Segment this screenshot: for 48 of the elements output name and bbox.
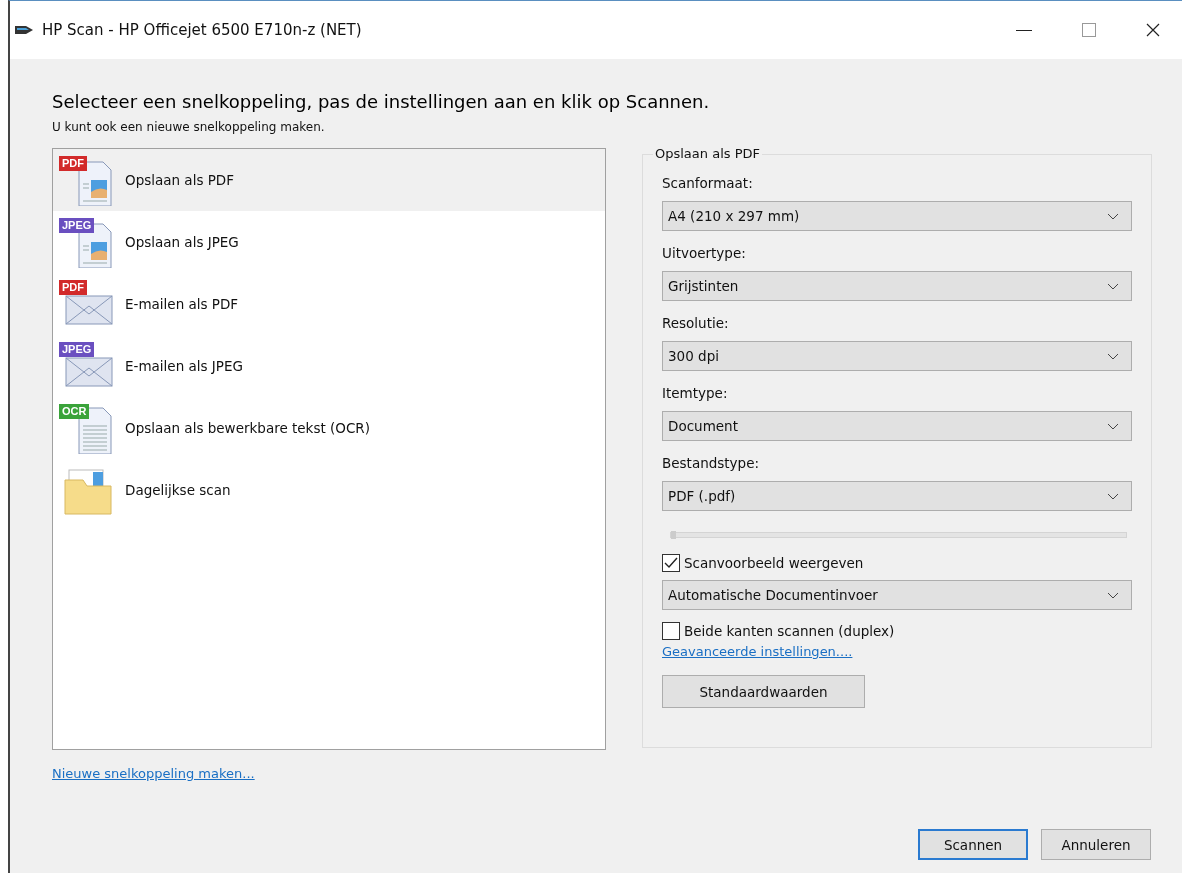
dropdown[interactable]: 300 dpi [662, 341, 1132, 371]
shortcut-item[interactable]: Dagelijkse scan [53, 459, 605, 521]
checkbox[interactable] [662, 622, 680, 640]
chevron-icon [1107, 282, 1119, 290]
field-label: Bestandstype: [662, 455, 760, 471]
chevron-icon [1107, 352, 1119, 360]
chevron-icon [1107, 422, 1119, 430]
preview-checkbox[interactable]: Scanvoorbeeld weergeven [662, 554, 864, 572]
duplex-checkbox[interactable]: Beide kanten scannen (duplex) [662, 622, 895, 640]
file-type-badge: PDF [59, 156, 87, 171]
shortcut-item[interactable]: OCR Opslaan als bewerkbare tekst (OCR) [53, 397, 605, 459]
shortcut-item[interactable]: PDF Opslaan als PDF [53, 149, 605, 211]
field-label: Uitvoertype: [662, 245, 746, 261]
file-type-badge: JPEG [59, 342, 95, 357]
file-type-badge: OCR [59, 404, 90, 419]
shortcut-item[interactable]: PDF E-mailen als PDF [53, 273, 605, 335]
chevron-icon [1107, 591, 1119, 599]
dropdown[interactable]: A4 (210 x 297 mm) [662, 201, 1132, 231]
field-label: Resolutie: [662, 315, 729, 331]
chevron-icon [1107, 492, 1119, 500]
dropdown[interactable]: Document [662, 411, 1132, 441]
new-shortcut-link[interactable]: Nieuwe snelkoppeling maken... [52, 766, 255, 781]
minimize-icon[interactable] [1016, 29, 1032, 31]
advanced-settings-link[interactable]: Geavanceerde instellingen.... [662, 644, 853, 659]
file-type-badge: PDF [59, 280, 87, 295]
subheading: U kunt ook een nieuwe snelkoppeling maken. [52, 120, 326, 134]
cancel-button[interactable]: Annuleren [1041, 829, 1151, 860]
close-icon[interactable] [1146, 23, 1160, 37]
heading: Selecteer een snelkoppeling, pas de instellingen aan en klik op Scannen. [52, 91, 711, 112]
folder-icon [61, 466, 113, 516]
window-title: HP Scan - HP Officejet 6500 E710n-z (NET) [42, 21, 362, 39]
dropdown[interactable]: Automatische Documentinvoer [662, 580, 1132, 610]
file-type-badge: JPEG [59, 218, 95, 233]
scanner-icon [14, 23, 34, 37]
defaults-button[interactable]: Standaardwaarden [662, 675, 865, 708]
dropdown[interactable]: PDF (.pdf) [662, 481, 1132, 511]
field-label: Scanformaat: [662, 175, 753, 191]
quality-slider[interactable] [670, 532, 1127, 538]
shortcut-item[interactable]: JPEG E-mailen als JPEG [53, 335, 605, 397]
checkbox[interactable] [662, 554, 680, 572]
group-title: Opslaan als PDF [653, 146, 762, 161]
chevron-icon [1107, 212, 1119, 220]
scan-button[interactable]: Scannen [918, 829, 1028, 860]
slider-thumb[interactable] [671, 531, 676, 539]
field-label: Itemtype: [662, 385, 728, 401]
maximize-icon[interactable] [1082, 23, 1096, 37]
shortcut-item[interactable]: JPEG Opslaan als JPEG [53, 211, 605, 273]
dropdown[interactable]: Grijstinten [662, 271, 1132, 301]
